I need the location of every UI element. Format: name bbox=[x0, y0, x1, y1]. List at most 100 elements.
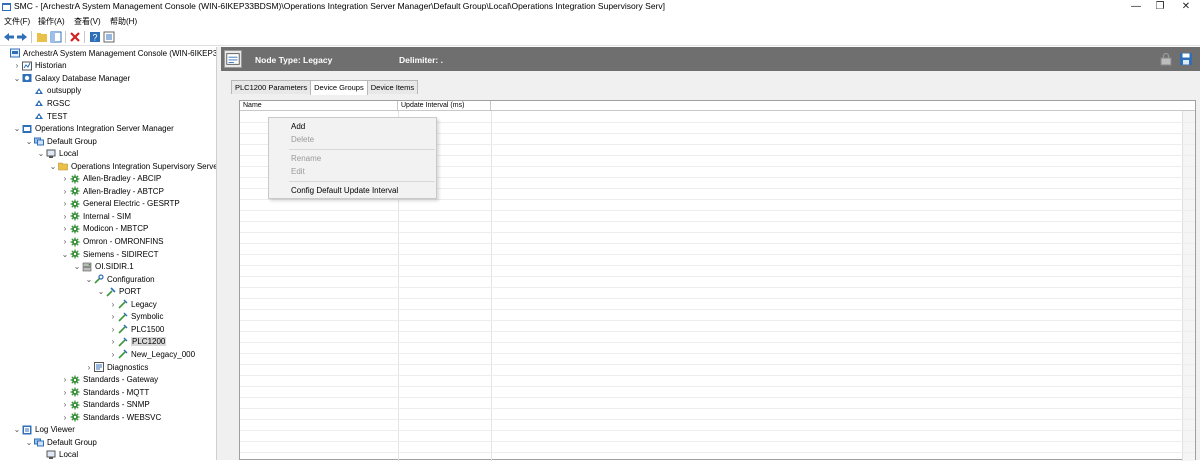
tree-item[interactable]: › Modicon - MBTCP bbox=[60, 223, 148, 236]
tree-item[interactable]: ⌄ OI.SIDIR.1 bbox=[72, 260, 134, 273]
close-button[interactable]: ✕ bbox=[1174, 0, 1198, 14]
expand-chevron-icon[interactable]: › bbox=[108, 325, 118, 334]
menu-item-delete[interactable]: Delete bbox=[269, 133, 436, 146]
expand-chevron-icon[interactable]: › bbox=[60, 400, 70, 409]
tree-item[interactable]: › General Electric - GESRTP bbox=[60, 198, 180, 211]
collapse-chevron-icon[interactable]: ⌄ bbox=[36, 149, 46, 158]
expand-chevron-icon[interactable]: › bbox=[108, 300, 118, 309]
server-icon bbox=[82, 262, 92, 271]
tree-item[interactable]: › Standards - MQTT bbox=[60, 386, 149, 399]
tree-item[interactable]: RGSC bbox=[24, 97, 70, 110]
menu-item-add[interactable]: Add bbox=[269, 120, 436, 133]
tab-plc1200-parameters[interactable]: PLC1200 Parameters bbox=[231, 80, 312, 94]
collapse-chevron-icon[interactable]: ⌄ bbox=[12, 425, 22, 434]
historian-icon bbox=[22, 61, 32, 71]
tree-item[interactable]: › PLC1200 bbox=[108, 336, 167, 349]
grid-row-line bbox=[240, 342, 1195, 343]
show-tree-icon[interactable] bbox=[50, 31, 62, 43]
expand-chevron-icon[interactable]: › bbox=[108, 350, 118, 359]
tree-item[interactable]: outsupply bbox=[24, 85, 81, 98]
tree-item[interactable]: ⌄ Default Group bbox=[24, 135, 97, 148]
tab-device-groups[interactable]: Device Groups bbox=[310, 80, 368, 95]
expand-chevron-icon[interactable]: › bbox=[60, 237, 70, 246]
tree-item-label: Local bbox=[59, 450, 79, 460]
expand-chevron-icon[interactable]: › bbox=[84, 363, 94, 372]
tree-item[interactable]: ⌄ Log Viewer bbox=[12, 424, 75, 437]
tree-item[interactable]: ArchestrA System Management Console (WIN… bbox=[0, 47, 216, 60]
collapse-chevron-icon[interactable]: ⌄ bbox=[12, 124, 22, 133]
column-header-update-interval[interactable]: Update Interval (ms) bbox=[398, 101, 491, 111]
expand-chevron-icon[interactable]: › bbox=[108, 337, 118, 346]
properties-icon[interactable] bbox=[103, 31, 115, 43]
tree-item[interactable]: › Standards - SNMP bbox=[60, 398, 150, 411]
up-folder-icon[interactable] bbox=[36, 31, 48, 43]
tree-item[interactable]: ⌄ Siemens - SIDIRECT bbox=[60, 248, 159, 261]
tree-item-label: New_Legacy_000 bbox=[131, 349, 196, 359]
tree-item[interactable]: ⌄ Operations Integration Server Manager bbox=[12, 122, 174, 135]
expand-chevron-icon[interactable]: › bbox=[60, 224, 70, 233]
expand-chevron-icon[interactable]: › bbox=[108, 312, 118, 321]
toolbar-separator bbox=[84, 31, 85, 43]
collapse-chevron-icon[interactable]: ⌄ bbox=[12, 74, 22, 83]
tree-item[interactable]: ⌄ Default Group bbox=[24, 436, 97, 449]
expand-chevron-icon[interactable]: › bbox=[60, 174, 70, 183]
expand-chevron-icon[interactable]: › bbox=[60, 199, 70, 208]
expand-chevron-icon[interactable]: › bbox=[60, 375, 70, 384]
tree-item[interactable]: › PLC1500 bbox=[108, 323, 164, 336]
tree-item-label: Historian bbox=[35, 61, 67, 71]
collapse-chevron-icon[interactable]: ⌄ bbox=[24, 137, 34, 146]
grid-row-line bbox=[240, 276, 1195, 277]
tree-item[interactable]: ⌄ Operations Integration Supervisory Serv… bbox=[48, 160, 216, 173]
collapse-chevron-icon[interactable]: ⌄ bbox=[48, 162, 58, 171]
expand-chevron-icon[interactable]: › bbox=[12, 61, 22, 70]
save-icon[interactable] bbox=[1179, 52, 1193, 66]
expand-chevron-icon[interactable]: › bbox=[60, 212, 70, 221]
collapse-chevron-icon[interactable]: ⌄ bbox=[84, 275, 94, 284]
minimize-button[interactable]: — bbox=[1124, 0, 1148, 14]
column-header-name[interactable]: Name bbox=[240, 101, 398, 111]
delete-x-icon[interactable] bbox=[69, 31, 81, 43]
collapse-chevron-icon[interactable]: ⌄ bbox=[24, 438, 34, 447]
tree-item[interactable]: › Omron - OMRONFINS bbox=[60, 235, 163, 248]
tree-item[interactable]: ⌄ Galaxy Database Manager bbox=[12, 72, 131, 85]
node-properties-icon bbox=[224, 50, 242, 68]
tree-item[interactable]: › Standards - WEBSVC bbox=[60, 411, 161, 424]
help-icon[interactable]: ? bbox=[89, 31, 101, 43]
menu-view[interactable]: 查看(V) bbox=[74, 16, 101, 27]
tree-item[interactable]: › Internal - SIM bbox=[60, 210, 131, 223]
tree-item[interactable]: › Allen-Bradley - ABTCP bbox=[60, 185, 164, 198]
tree-item-label: Internal - SIM bbox=[83, 211, 132, 221]
tree-item[interactable]: › Historian bbox=[12, 60, 67, 73]
menu-item-config-default-update-interval[interactable]: Config Default Update Interval bbox=[269, 184, 436, 197]
menu-file[interactable]: 文件(F) bbox=[4, 16, 30, 27]
tree-item[interactable]: › Standards - Gateway bbox=[60, 373, 158, 386]
tree-item[interactable]: Local bbox=[36, 449, 78, 460]
maximize-button[interactable]: ❐ bbox=[1148, 0, 1172, 14]
menu-item-rename[interactable]: Rename bbox=[269, 152, 436, 165]
grid-row-line bbox=[240, 364, 1195, 365]
menu-item-edit[interactable]: Edit bbox=[269, 165, 436, 178]
collapse-chevron-icon[interactable]: ⌄ bbox=[60, 250, 70, 259]
expand-chevron-icon[interactable]: › bbox=[60, 413, 70, 422]
collapse-chevron-icon[interactable]: ⌄ bbox=[72, 262, 82, 271]
grid-row-line bbox=[240, 353, 1195, 354]
expand-chevron-icon[interactable]: › bbox=[60, 388, 70, 397]
back-arrow-icon[interactable] bbox=[3, 31, 15, 43]
tree-item[interactable]: ⌄ Configuration bbox=[84, 273, 155, 286]
forward-arrow-icon[interactable] bbox=[16, 31, 28, 43]
menu-help[interactable]: 帮助(H) bbox=[110, 16, 137, 27]
tree-item[interactable]: ⌄ Local bbox=[36, 147, 78, 160]
menu-action[interactable]: 操作(A) bbox=[38, 16, 65, 27]
tree-item[interactable]: ⌄ PORT bbox=[96, 285, 141, 298]
tree-item[interactable]: › Diagnostics bbox=[84, 361, 148, 374]
tree-item[interactable]: › Symbolic bbox=[108, 311, 163, 324]
collapse-chevron-icon[interactable]: ⌄ bbox=[96, 287, 106, 296]
expand-chevron-icon[interactable]: › bbox=[60, 187, 70, 196]
tree-item[interactable]: › Allen-Bradley - ABCIP bbox=[60, 173, 161, 186]
tree-item[interactable]: › New_Legacy_000 bbox=[108, 348, 195, 361]
grid-row-line bbox=[240, 287, 1195, 288]
tree-item[interactable]: › Legacy bbox=[108, 298, 157, 311]
lock-icon[interactable] bbox=[1159, 52, 1173, 66]
tab-device-items[interactable]: Device Items bbox=[366, 80, 419, 94]
tree-item[interactable]: TEST bbox=[24, 110, 67, 123]
